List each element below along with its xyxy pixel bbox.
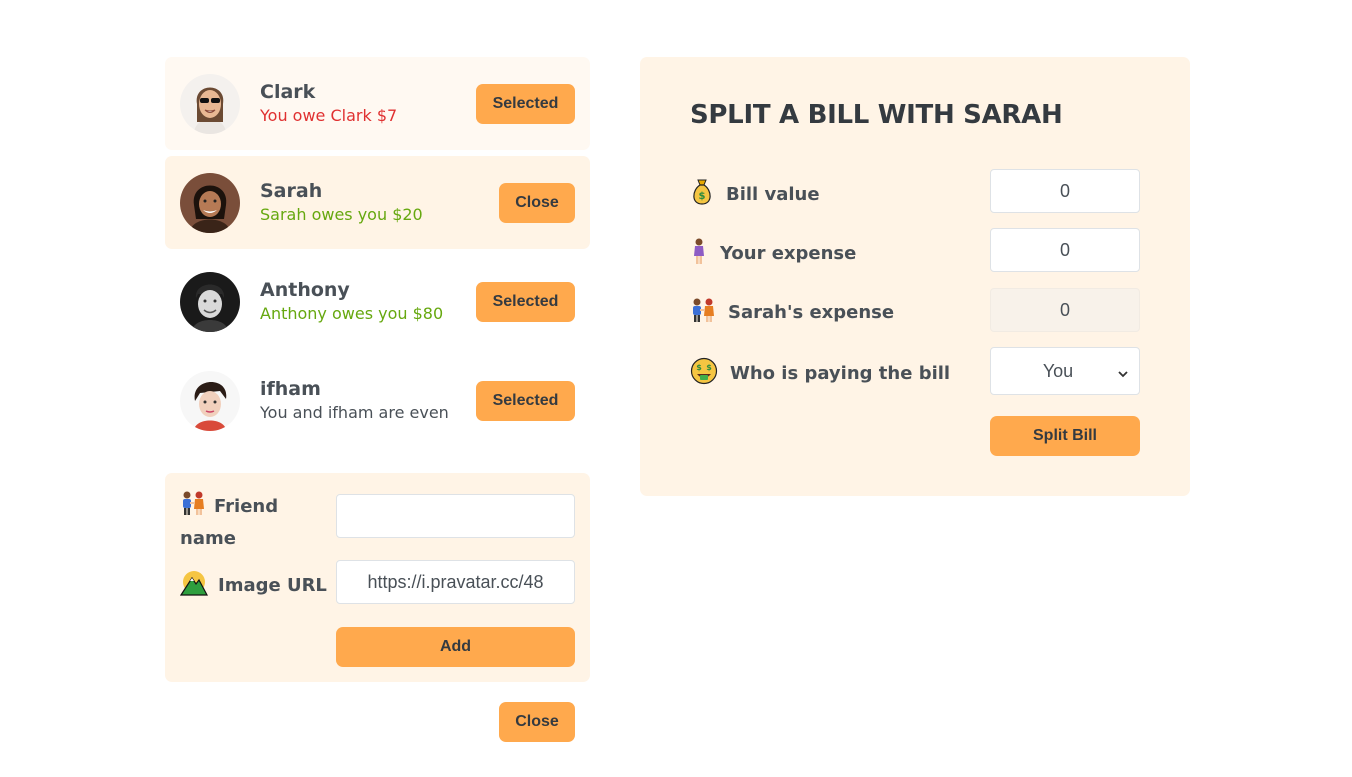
select-button[interactable]: Selected — [476, 84, 575, 124]
friend-item-sarah: Sarah Sarah owes you $20 Close — [165, 156, 590, 249]
friend-expense-input: 0 — [990, 288, 1140, 332]
close-button[interactable]: Close — [499, 702, 575, 742]
bill-value-input[interactable]: 0 — [990, 169, 1140, 213]
friend-item-anthony: Anthony Anthony owes you $80 Selected — [165, 255, 590, 348]
close-button[interactable]: Close — [499, 183, 575, 223]
select-button[interactable]: Selected — [476, 381, 575, 421]
avatar — [180, 370, 240, 431]
payer-select[interactable]: You — [990, 347, 1140, 395]
svg-text:$: $ — [706, 363, 712, 372]
add-friend-form: Friend name Image URL https://i.pravatar… — [165, 473, 590, 682]
mountain-icon — [179, 570, 208, 605]
your-expense-label: Your expense — [690, 237, 856, 270]
page-title: SPLIT A BILL WITH SARAH — [690, 100, 1063, 130]
people-holding-hands-icon — [690, 297, 716, 328]
money-mouth-face-icon: $ $ — [690, 357, 718, 390]
image-url-input[interactable]: https://i.pravatar.cc/48 — [336, 560, 575, 604]
avatar — [180, 271, 240, 332]
friend-item-clark: Clark You owe Clark $7 Selected — [165, 57, 590, 150]
svg-text:$: $ — [699, 191, 706, 202]
svg-text:$: $ — [696, 363, 702, 372]
avatar — [180, 73, 240, 134]
chevron-down-icon — [1117, 364, 1129, 385]
your-expense-input[interactable]: 0 — [990, 228, 1140, 272]
avatar — [180, 172, 240, 233]
money-bag-icon: $ — [690, 178, 714, 211]
friend-name-label: Friend name — [180, 490, 330, 553]
bill-value-label: $ Bill value — [690, 178, 820, 211]
split-bill-form: SPLIT A BILL WITH SARAH $ Bill value 0 Y… — [640, 57, 1190, 496]
friend-expense-label: Sarah's expense — [690, 297, 894, 328]
payer-label: $ $ Who is paying the bill — [690, 357, 950, 390]
split-bill-button[interactable]: Split Bill — [990, 416, 1140, 456]
woman-standing-icon — [690, 237, 708, 270]
image-url-label: Image URL — [179, 570, 327, 605]
friends-list: Clark You owe Clark $7 Selected Sarah Sa… — [165, 57, 590, 453]
friend-item-ifham: ifham You and ifham are even Selected — [165, 354, 590, 447]
select-button[interactable]: Selected — [476, 282, 575, 322]
friend-name-input[interactable] — [336, 494, 575, 538]
people-holding-hands-icon — [180, 490, 206, 525]
add-button[interactable]: Add — [336, 627, 575, 667]
